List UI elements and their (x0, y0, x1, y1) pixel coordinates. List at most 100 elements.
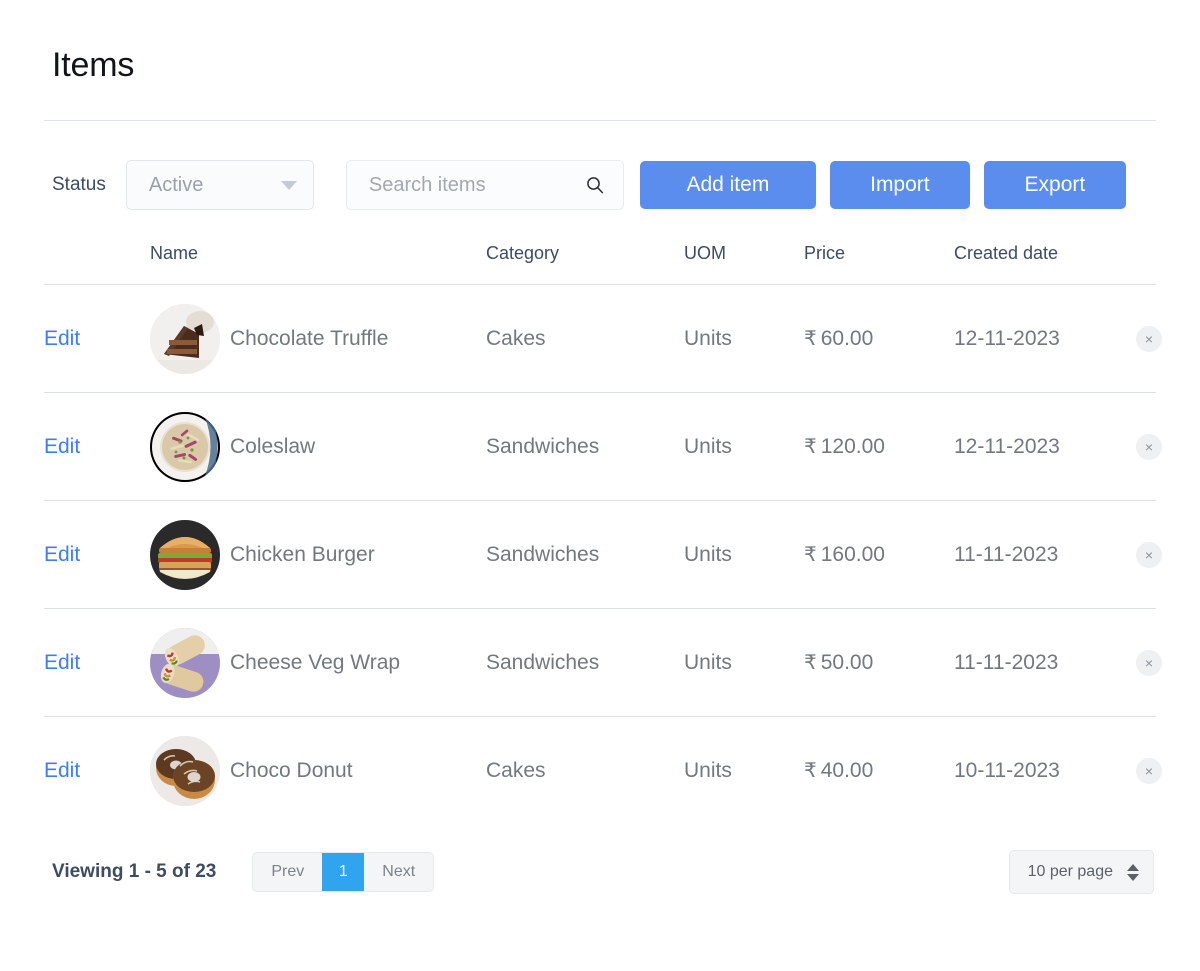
table-row: Edit ColeslawSandwichesUnits₹120.0012-11… (44, 393, 1156, 501)
created-date-cell: 11-11-2023 (954, 501, 1136, 609)
import-button[interactable]: Import (830, 161, 970, 209)
items-table: Name Category UOM Price Created date Edi… (44, 243, 1156, 824)
search-input[interactable]: Search items (346, 160, 624, 210)
delete-cell: × (1136, 717, 1156, 825)
edit-link[interactable]: Edit (44, 651, 80, 674)
name-cell: Chicken Burger (150, 501, 486, 609)
category-cell: Sandwiches (486, 393, 684, 501)
name-cell: Cheese Veg Wrap (150, 609, 486, 717)
column-header-price: Price (804, 243, 954, 285)
toolbar: Status Active Search items Add item Impo… (44, 121, 1156, 211)
delete-cell: × (1136, 285, 1156, 393)
uom-cell: Units (684, 501, 804, 609)
close-icon[interactable]: × (1136, 542, 1162, 568)
item-thumbnail-coleslaw-bowl (150, 412, 220, 482)
item-name: Coleslaw (230, 435, 315, 459)
price-cell: ₹120.00 (804, 393, 954, 501)
category-cell: Cakes (486, 717, 684, 825)
created-date-cell: 12-11-2023 (954, 393, 1136, 501)
table-header-row: Name Category UOM Price Created date (44, 243, 1156, 285)
close-icon[interactable]: × (1136, 434, 1162, 460)
delete-cell: × (1136, 501, 1156, 609)
uom-cell: Units (684, 717, 804, 825)
chevron-down-icon (281, 181, 297, 190)
price-value: 60.00 (821, 327, 874, 350)
table-row: Edit Choco DonutCakesUnits₹40.0010-11-20… (44, 717, 1156, 825)
per-page-select[interactable]: 10 per page (1009, 850, 1154, 894)
price-value: 40.00 (821, 759, 874, 782)
name-cell: Choco Donut (150, 717, 486, 825)
created-date-cell: 12-11-2023 (954, 285, 1136, 393)
item-thumbnail-chicken-burger (150, 520, 220, 590)
uom-cell: Units (684, 285, 804, 393)
search-placeholder: Search items (369, 174, 585, 197)
edit-cell: Edit (44, 285, 150, 393)
table-row: Edit Chicken Burger SandwichesUnits₹160.0… (44, 501, 1156, 609)
close-icon[interactable]: × (1136, 326, 1162, 352)
currency-symbol: ₹ (804, 760, 817, 782)
currency-symbol: ₹ (804, 328, 817, 350)
category-cell: Sandwiches (486, 501, 684, 609)
created-date-cell: 10-11-2023 (954, 717, 1136, 825)
table-footer: Viewing 1 - 5 of 23 Prev 1 Next 10 per p… (44, 850, 1156, 894)
status-select-value: Active (149, 174, 281, 197)
edit-cell: Edit (44, 717, 150, 825)
edit-link[interactable]: Edit (44, 759, 80, 782)
category-cell: Sandwiches (486, 609, 684, 717)
item-thumbnail-veg-wrap (150, 628, 220, 698)
edit-link[interactable]: Edit (44, 327, 80, 350)
prev-page-button[interactable]: Prev (253, 853, 322, 891)
table-row: Edit Cheese Veg Wrap SandwichesUnits₹50.0… (44, 609, 1156, 717)
column-header-edit (44, 243, 150, 285)
edit-cell: Edit (44, 501, 150, 609)
uom-cell: Units (684, 609, 804, 717)
column-header-created-date: Created date (954, 243, 1136, 285)
price-value: 120.00 (821, 435, 885, 458)
add-item-button[interactable]: Add item (640, 161, 816, 209)
item-thumbnail-chocolate-cake-slice (150, 304, 220, 374)
status-label: Status (52, 174, 106, 196)
name-cell: Chocolate Truffle (150, 285, 486, 393)
item-name: Cheese Veg Wrap (230, 651, 400, 675)
uom-cell: Units (684, 393, 804, 501)
price-value: 160.00 (821, 543, 885, 566)
edit-link[interactable]: Edit (44, 543, 80, 566)
stepper-icon (1127, 864, 1139, 881)
currency-symbol: ₹ (804, 652, 817, 674)
search-icon (585, 175, 605, 195)
delete-cell: × (1136, 609, 1156, 717)
close-icon[interactable]: × (1136, 758, 1162, 784)
status-select[interactable]: Active (126, 160, 314, 210)
next-page-button[interactable]: Next (364, 853, 433, 891)
price-value: 50.00 (821, 651, 874, 674)
edit-link[interactable]: Edit (44, 435, 80, 458)
column-header-uom: UOM (684, 243, 804, 285)
item-name: Choco Donut (230, 759, 353, 783)
items-page: Items Status Active Search items Add ite… (0, 0, 1200, 971)
category-cell: Cakes (486, 285, 684, 393)
column-header-name: Name (150, 243, 486, 285)
item-name: Chicken Burger (230, 543, 375, 567)
price-cell: ₹160.00 (804, 501, 954, 609)
delete-cell: × (1136, 393, 1156, 501)
edit-cell: Edit (44, 609, 150, 717)
pagination: Prev 1 Next (252, 852, 434, 892)
currency-symbol: ₹ (804, 544, 817, 566)
table-row: Edit Chocolate TruffleCakesUnits₹60.0012… (44, 285, 1156, 393)
currency-symbol: ₹ (804, 436, 817, 458)
per-page-label: 10 per page (1028, 863, 1113, 881)
page-title: Items (52, 0, 1156, 82)
item-name: Chocolate Truffle (230, 327, 388, 351)
export-button[interactable]: Export (984, 161, 1126, 209)
page-number-button-1[interactable]: 1 (322, 853, 364, 891)
price-cell: ₹40.00 (804, 717, 954, 825)
price-cell: ₹60.00 (804, 285, 954, 393)
viewing-count: Viewing 1 - 5 of 23 (52, 861, 216, 883)
column-header-delete (1136, 243, 1156, 285)
close-icon[interactable]: × (1136, 650, 1162, 676)
column-header-category: Category (486, 243, 684, 285)
created-date-cell: 11-11-2023 (954, 609, 1136, 717)
name-cell: Coleslaw (150, 393, 486, 501)
price-cell: ₹50.00 (804, 609, 954, 717)
edit-cell: Edit (44, 393, 150, 501)
